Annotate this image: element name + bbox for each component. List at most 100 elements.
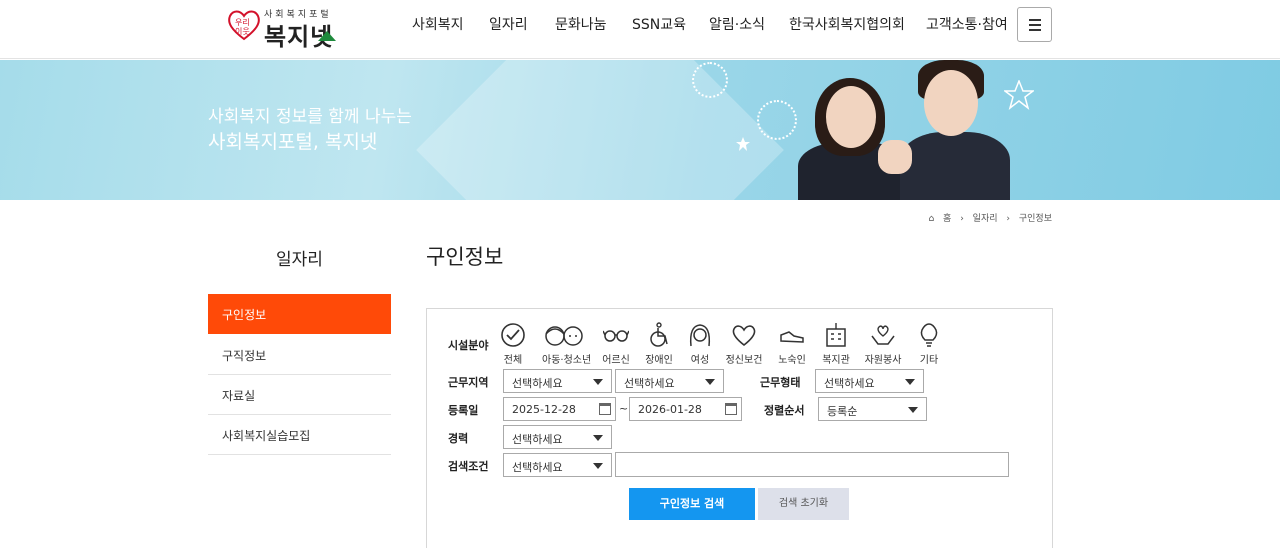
heart-icon bbox=[732, 325, 756, 347]
calendar-icon[interactable] bbox=[725, 403, 737, 415]
site-logo[interactable]: 우리 이웃 사회복지포털 복지넷 bbox=[226, 5, 346, 51]
category-label: 자원봉사 bbox=[864, 355, 902, 366]
career-label: 경력 bbox=[448, 432, 469, 445]
banner-decoration bbox=[416, 60, 784, 200]
category-elderly[interactable]: 어르신 bbox=[594, 322, 638, 366]
sidebar-item-job-offers[interactable]: 구인정보 bbox=[208, 294, 391, 334]
date-value: 2025-12-28 bbox=[512, 403, 576, 416]
logo-triangle-icon bbox=[318, 31, 336, 41]
site-header: 우리 이웃 사회복지포털 복지넷 사회복지 일자리 문화나눔 SSN교육 알림·… bbox=[0, 0, 1280, 59]
sidebar-item-resources[interactable]: 자료실 bbox=[208, 375, 391, 415]
select-value: 선택하세요 bbox=[512, 461, 563, 474]
select-value: 등록순 bbox=[827, 405, 858, 418]
condition-label: 검색조건 bbox=[448, 460, 489, 473]
career-select[interactable]: 선택하세요 bbox=[503, 425, 612, 449]
breadcrumb-jobs[interactable]: 일자리 bbox=[973, 214, 998, 224]
breadcrumb: ⌂ 홈 › 일자리 › 구인정보 bbox=[922, 211, 1052, 224]
worktype-label: 근무형태 bbox=[760, 376, 801, 389]
lightbulb-icon bbox=[920, 323, 938, 347]
select-value: 선택하세요 bbox=[512, 377, 563, 390]
region-city-select[interactable]: 선택하세요 bbox=[615, 369, 724, 393]
sort-select[interactable]: 등록순 bbox=[818, 397, 927, 421]
chevron-right-icon: › bbox=[1006, 214, 1010, 224]
caret-down-icon bbox=[908, 407, 918, 413]
firework-decoration bbox=[692, 62, 728, 98]
hamburger-icon-line bbox=[1029, 29, 1041, 31]
category-label: 전체 bbox=[503, 355, 523, 366]
category-welfare-center[interactable]: 복지관 bbox=[814, 322, 858, 366]
breadcrumb-home[interactable]: 홈 bbox=[943, 214, 951, 224]
date-separator: ~ bbox=[619, 402, 629, 415]
keyword-input[interactable] bbox=[615, 452, 1009, 477]
nav-culture-sharing[interactable]: 문화나눔 bbox=[555, 14, 607, 34]
heart-logo-icon: 우리 이웃 bbox=[228, 10, 260, 41]
hamburger-icon bbox=[1029, 19, 1041, 21]
sidebar-item-practicum[interactable]: 사회복지실습모집 bbox=[208, 415, 391, 455]
search-button[interactable]: 구인정보 검색 bbox=[629, 488, 755, 520]
category-label: 장애인 bbox=[645, 355, 673, 366]
wheelchair-icon bbox=[650, 322, 668, 347]
region-province-select[interactable]: 선택하세요 bbox=[503, 369, 612, 393]
category-all[interactable]: 전체 bbox=[491, 322, 535, 366]
star-outline-icon bbox=[1004, 80, 1034, 110]
nav-customer[interactable]: 고객소통·참여 bbox=[926, 14, 1008, 34]
svg-text:우리: 우리 bbox=[235, 18, 250, 27]
caret-down-icon bbox=[593, 435, 603, 441]
category-label: 기타 bbox=[919, 355, 939, 366]
hands-heart-icon bbox=[871, 325, 895, 345]
category-label: 정신보건 bbox=[725, 355, 763, 366]
category-other[interactable]: 기타 bbox=[907, 322, 951, 366]
category-label: 아동·청소년 bbox=[542, 355, 592, 366]
page-title: 구인정보 bbox=[426, 245, 504, 269]
chevron-right-icon: › bbox=[960, 214, 964, 224]
caret-down-icon bbox=[593, 379, 603, 385]
building-icon bbox=[826, 323, 846, 347]
caret-down-icon bbox=[593, 463, 603, 469]
shoe-icon bbox=[780, 331, 804, 343]
date-label: 등록일 bbox=[448, 404, 479, 417]
nav-jobs[interactable]: 일자리 bbox=[489, 14, 528, 34]
category-homeless[interactable]: 노숙인 bbox=[770, 322, 814, 366]
home-icon[interactable]: ⌂ bbox=[928, 214, 934, 224]
condition-select[interactable]: 선택하세요 bbox=[503, 453, 612, 477]
nav-ssn-education[interactable]: SSN교육 bbox=[632, 14, 686, 34]
category-label: 여성 bbox=[690, 355, 710, 366]
sidebar-title: 일자리 bbox=[276, 250, 323, 270]
children-icon bbox=[545, 326, 583, 346]
caret-down-icon bbox=[705, 379, 715, 385]
region-label: 근무지역 bbox=[448, 376, 489, 389]
category-children-youth[interactable]: 아동·청소년 bbox=[542, 322, 592, 366]
nav-kncsw[interactable]: 한국사회복지협의회 bbox=[789, 14, 905, 34]
worktype-select[interactable]: 선택하세요 bbox=[815, 369, 924, 393]
facility-label: 시설분야 bbox=[448, 339, 489, 352]
nav-welfare[interactable]: 사회복지 bbox=[412, 14, 464, 34]
glasses-icon bbox=[603, 330, 629, 342]
man-figure bbox=[900, 132, 1010, 200]
category-disabled[interactable]: 장애인 bbox=[637, 322, 681, 366]
check-circle-icon bbox=[501, 323, 525, 347]
star-icon bbox=[736, 137, 750, 151]
category-label: 노숙인 bbox=[778, 355, 806, 366]
sidebar-item-job-seekers[interactable]: 구직정보 bbox=[208, 335, 391, 375]
category-women[interactable]: 여성 bbox=[678, 322, 722, 366]
category-volunteer[interactable]: 자원봉사 bbox=[861, 322, 905, 366]
category-label: 어르신 bbox=[602, 355, 630, 366]
category-mental-health[interactable]: 정신보건 bbox=[722, 322, 766, 366]
nav-news[interactable]: 알림·소식 bbox=[709, 14, 765, 34]
caret-down-icon bbox=[905, 379, 915, 385]
date-to-input[interactable]: 2026-01-28 bbox=[629, 397, 742, 421]
category-label: 복지관 bbox=[822, 355, 850, 366]
calendar-icon[interactable] bbox=[599, 403, 611, 415]
select-value: 선택하세요 bbox=[824, 377, 875, 390]
sub-visual-banner: 사회복지 정보를 함께 나누는 사회복지포털, 복지넷 bbox=[0, 60, 1280, 200]
all-menu-button[interactable] bbox=[1017, 7, 1052, 42]
reset-button[interactable]: 검색 초기화 bbox=[758, 488, 849, 520]
man-fist bbox=[878, 140, 912, 174]
svg-text:이웃: 이웃 bbox=[235, 26, 250, 36]
date-from-input[interactable]: 2025-12-28 bbox=[503, 397, 616, 421]
breadcrumb-current: 구인정보 bbox=[1018, 214, 1052, 224]
select-value: 선택하세요 bbox=[624, 377, 675, 390]
banner-title: 사회복지포털, 복지넷 bbox=[208, 131, 378, 153]
firework-decoration bbox=[757, 100, 797, 140]
select-value: 선택하세요 bbox=[512, 433, 563, 446]
